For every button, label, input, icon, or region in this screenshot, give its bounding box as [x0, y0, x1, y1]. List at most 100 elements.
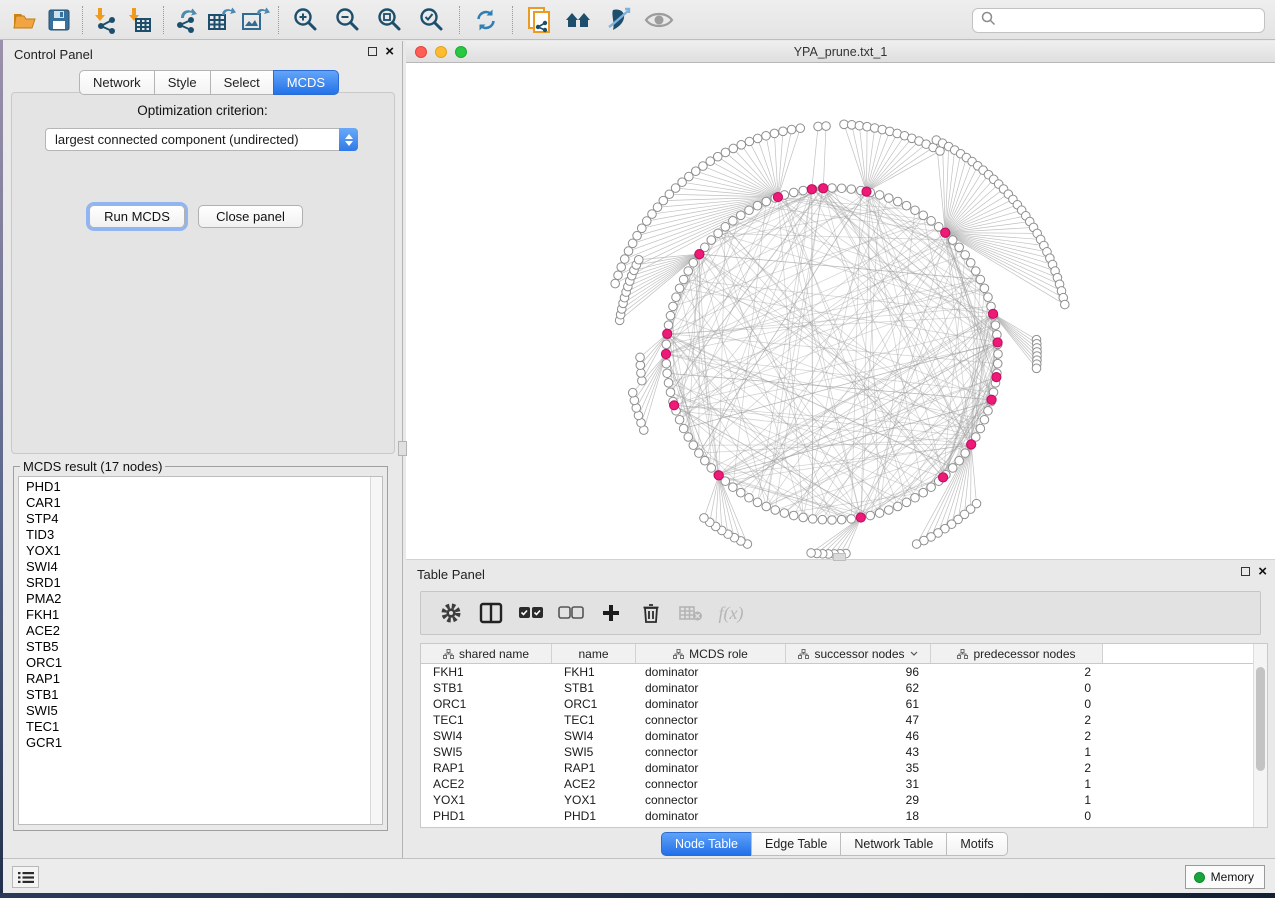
mcds-result-item[interactable]: SWI4 — [26, 559, 369, 575]
ring-node[interactable] — [666, 388, 675, 397]
leaf-node[interactable] — [807, 549, 816, 558]
ring-node[interactable] — [893, 502, 902, 511]
mcds-result-item[interactable]: STB5 — [26, 639, 369, 655]
ring-node[interactable] — [762, 502, 771, 511]
leaf-node[interactable] — [614, 271, 623, 280]
mcds-result-item[interactable]: ACE2 — [26, 623, 369, 639]
leaf-node[interactable] — [745, 137, 754, 146]
ring-node[interactable] — [837, 515, 846, 524]
ring-node[interactable] — [837, 184, 846, 193]
import-network-icon[interactable] — [89, 5, 123, 35]
ring-node[interactable] — [994, 350, 1003, 359]
leaf-node[interactable] — [636, 353, 645, 362]
ring-node[interactable] — [847, 185, 856, 194]
memory-button[interactable]: Memory — [1185, 865, 1265, 889]
mcds-result-item[interactable]: STB1 — [26, 687, 369, 703]
mcds-hub-node[interactable] — [714, 471, 723, 480]
ring-node[interactable] — [911, 493, 920, 502]
network-documents-icon[interactable] — [519, 5, 559, 35]
network-graph[interactable] — [406, 63, 1275, 560]
mcds-result-item[interactable]: YOX1 — [26, 543, 369, 559]
ring-node[interactable] — [745, 206, 754, 215]
ring-node[interactable] — [828, 184, 837, 193]
ring-node[interactable] — [893, 197, 902, 206]
first-neighbors-icon[interactable] — [559, 5, 599, 35]
ring-node[interactable] — [808, 515, 817, 524]
ring-node[interactable] — [679, 424, 688, 433]
ring-node[interactable] — [729, 483, 738, 492]
ring-node[interactable] — [695, 449, 704, 458]
ring-node[interactable] — [669, 302, 678, 311]
mcds-result-item[interactable]: FKH1 — [26, 607, 369, 623]
leaf-node[interactable] — [814, 122, 823, 131]
ring-node[interactable] — [753, 201, 762, 210]
import-table-icon[interactable] — [123, 5, 157, 35]
export-table-icon[interactable] — [204, 5, 238, 35]
ring-node[interactable] — [745, 493, 754, 502]
mcds-hub-node[interactable] — [988, 309, 997, 318]
mcds-list-scrollbar[interactable] — [370, 477, 382, 824]
ring-node[interactable] — [971, 267, 980, 276]
ring-node[interactable] — [729, 217, 738, 226]
show-column-panel-icon[interactable] — [473, 597, 509, 629]
ring-node[interactable] — [961, 251, 970, 260]
column-header-predecessor-nodes[interactable]: predecessor nodes — [931, 644, 1103, 663]
ring-node[interactable] — [976, 424, 985, 433]
ring-node[interactable] — [780, 509, 789, 518]
network-window-titlebar[interactable]: YPA_prune.txt_1 — [406, 41, 1275, 63]
column-header-mcds-role[interactable]: MCDS role — [636, 644, 786, 663]
refresh-layout-icon[interactable] — [466, 5, 506, 35]
leaf-node[interactable] — [620, 255, 629, 264]
column-header-successor-nodes[interactable]: successor nodes — [786, 644, 931, 663]
table-row[interactable]: ORC1ORC1dominator610 — [421, 696, 1267, 712]
ring-node[interactable] — [684, 433, 693, 442]
table-row[interactable]: PHD1PHD1dominator180 — [421, 808, 1267, 824]
ring-node[interactable] — [664, 379, 673, 388]
mcds-hub-node[interactable] — [773, 192, 782, 201]
ring-node[interactable] — [666, 311, 675, 320]
zoom-fit-icon[interactable] — [369, 5, 411, 35]
ring-node[interactable] — [753, 498, 762, 507]
export-network-icon[interactable] — [170, 5, 204, 35]
leaf-node[interactable] — [617, 263, 626, 272]
ring-node[interactable] — [707, 236, 716, 245]
ring-node[interactable] — [818, 515, 827, 524]
ring-node[interactable] — [771, 506, 780, 515]
mcds-hub-node[interactable] — [695, 249, 704, 258]
ring-node[interactable] — [948, 236, 957, 245]
close-panel-icon[interactable]: × — [385, 47, 394, 56]
mcds-result-item[interactable]: SRD1 — [26, 575, 369, 591]
leaf-node[interactable] — [721, 148, 730, 157]
mcds-result-item[interactable]: STP4 — [26, 511, 369, 527]
tab-style[interactable]: Style — [154, 70, 211, 95]
mcds-hub-node[interactable] — [941, 228, 950, 237]
export-image-icon[interactable] — [238, 5, 272, 35]
float-panel-icon[interactable] — [1241, 567, 1250, 576]
table-row[interactable]: SWI5SWI5connector431 — [421, 744, 1267, 760]
ring-node[interactable] — [689, 441, 698, 450]
table-row[interactable]: STB1STB1dominator620 — [421, 680, 1267, 696]
horizontal-splitter-grip[interactable] — [833, 553, 846, 561]
vertical-splitter-grip[interactable] — [398, 441, 407, 456]
leaf-node[interactable] — [762, 131, 771, 140]
delete-column-icon[interactable] — [633, 597, 669, 629]
mcds-hub-node[interactable] — [862, 187, 871, 196]
ring-node[interactable] — [984, 406, 993, 415]
leaf-node[interactable] — [1032, 364, 1041, 373]
close-panel-button[interactable]: Close panel — [198, 205, 303, 228]
ring-node[interactable] — [663, 369, 672, 378]
ring-node[interactable] — [714, 229, 723, 238]
ring-node[interactable] — [662, 340, 671, 349]
ring-node[interactable] — [866, 511, 875, 520]
mcds-result-item[interactable]: PHD1 — [26, 479, 369, 495]
ring-node[interactable] — [976, 275, 985, 284]
tab-network-table[interactable]: Network Table — [840, 832, 947, 856]
hide-graphics-details-icon[interactable] — [599, 5, 639, 35]
leaf-node[interactable] — [779, 127, 788, 136]
leaf-node[interactable] — [637, 369, 646, 378]
table-scrollbar-thumb[interactable] — [1256, 667, 1265, 771]
leaf-node[interactable] — [729, 144, 738, 153]
ring-node[interactable] — [984, 293, 993, 302]
ring-node[interactable] — [789, 188, 798, 197]
ring-node[interactable] — [799, 513, 808, 522]
